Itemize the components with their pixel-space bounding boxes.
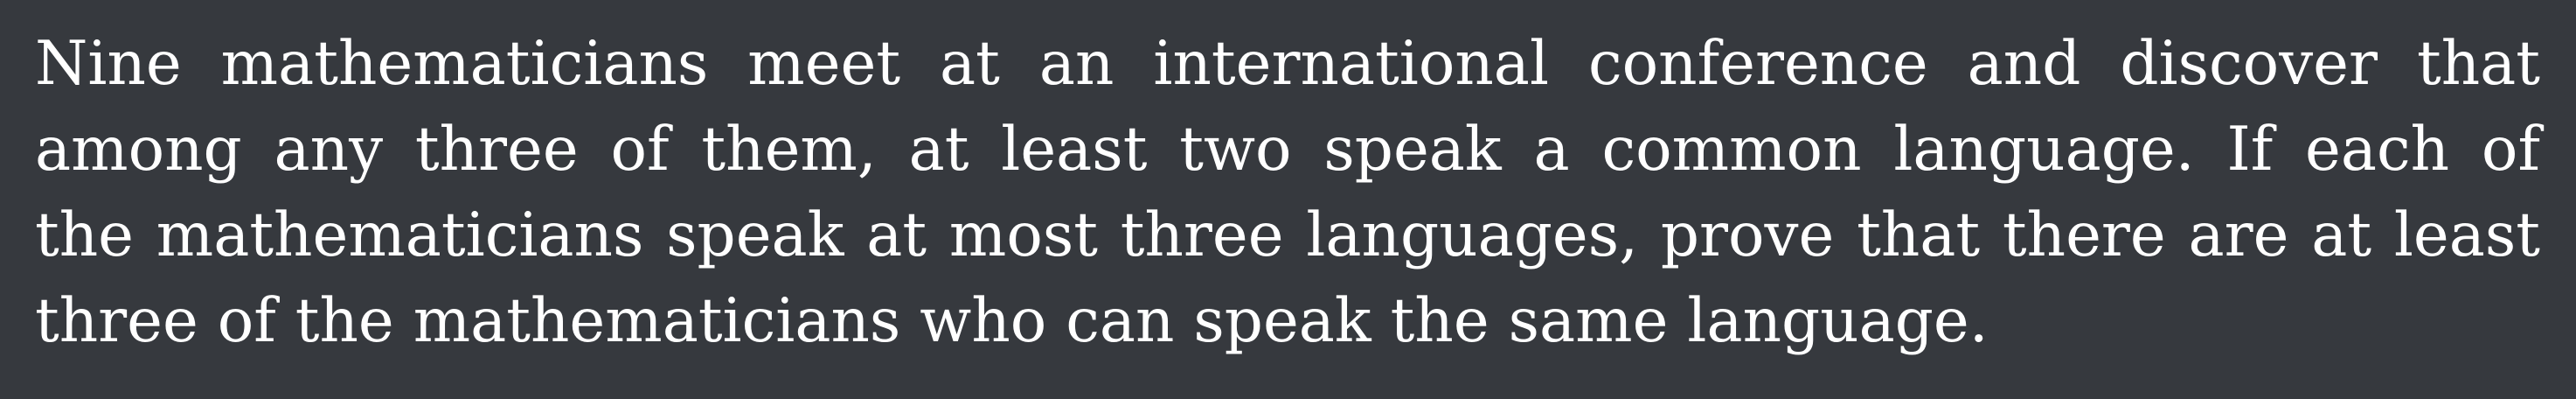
problem-line-2: among any three of them, at least two sp… (35, 115, 2540, 185)
page: Nine mathematicians meet at an internati… (0, 0, 2576, 399)
problem-line-3: the mathematicians speak at most three l… (35, 200, 2540, 270)
problem-line-1: Nine mathematicians meet at an internati… (35, 29, 2540, 99)
problem-line-4: three of the mathematicians who can spea… (35, 286, 1989, 356)
problem-statement: Nine mathematicians meet at an internati… (35, 21, 2540, 364)
